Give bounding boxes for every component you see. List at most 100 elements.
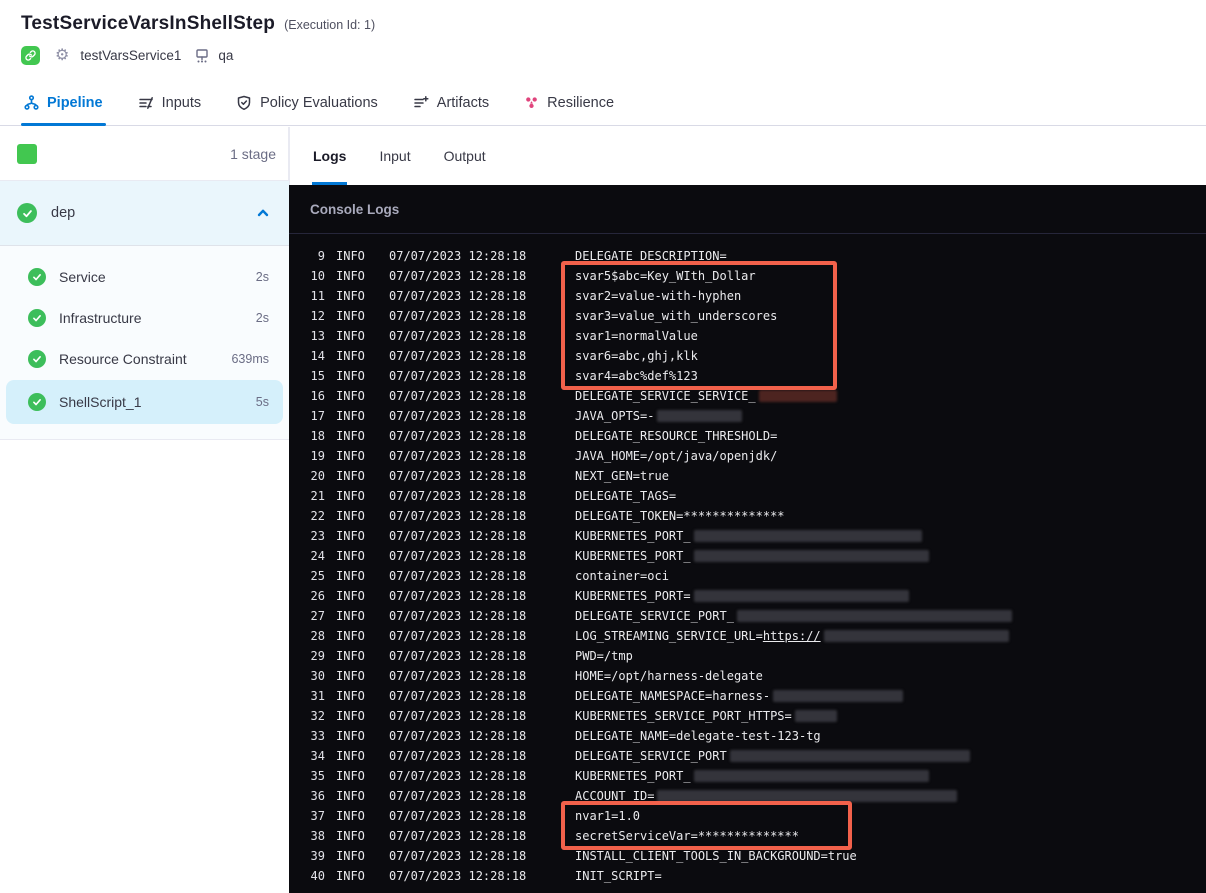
log-text: DELEGATE_NAMESPACE=harness- (575, 689, 771, 703)
log-line-number: 23 (310, 529, 325, 543)
log-row: 40 INFO 07/07/2023 12:28:18 INIT_SCRIPT= (289, 866, 1206, 886)
log-line-number: 38 (310, 829, 325, 843)
cd-module-badge (21, 46, 40, 65)
log-line-number: 21 (310, 489, 325, 503)
step-label: Resource Constraint (59, 351, 187, 367)
log-row: 16 INFO 07/07/2023 12:28:18 DELEGATE_SER… (289, 386, 1206, 406)
console-log-lines[interactable]: 9 INFO 07/07/2023 12:28:18 DELEGATE_DESC… (289, 234, 1206, 886)
log-row: 34 INFO 07/07/2023 12:28:18 DELEGATE_SER… (289, 746, 1206, 766)
success-check-icon (17, 203, 37, 223)
log-row: 30 INFO 07/07/2023 12:28:18 HOME=/opt/ha… (289, 666, 1206, 686)
log-line-number: 11 (310, 289, 325, 303)
redacted-value (773, 690, 904, 702)
log-message: PWD=/tmp (575, 646, 633, 666)
log-row: 23 INFO 07/07/2023 12:28:18 KUBERNETES_P… (289, 526, 1206, 546)
log-line-number: 34 (310, 749, 325, 763)
log-row: 39 INFO 07/07/2023 12:28:18 INSTALL_CLIE… (289, 846, 1206, 866)
tab-artifacts[interactable]: Artifacts (413, 80, 489, 125)
tab-policy-evaluations[interactable]: Policy Evaluations (236, 80, 378, 125)
log-timestamp: 07/07/2023 12:28:18 (389, 409, 527, 423)
log-timestamp: 07/07/2023 12:28:18 (389, 289, 527, 303)
redacted-value (736, 610, 1012, 622)
log-row: 17 INFO 07/07/2023 12:28:18 JAVA_OPTS=- (289, 406, 1206, 426)
log-line-number: 36 (310, 789, 325, 803)
success-check-icon (28, 350, 46, 368)
log-level: INFO (336, 509, 365, 523)
log-row: 38 INFO 07/07/2023 12:28:18 secretServic… (289, 826, 1206, 846)
log-line-number: 10 (310, 269, 325, 283)
redacted-value (693, 550, 929, 562)
tab-pipeline[interactable]: Pipeline (21, 80, 106, 126)
log-timestamp: 07/07/2023 12:28:18 (389, 429, 527, 443)
log-text: svar6=abc,ghj,klk (575, 349, 698, 363)
log-line-number: 26 (310, 589, 325, 603)
log-timestamp: 07/07/2023 12:28:18 (389, 629, 527, 643)
log-level: INFO (336, 269, 365, 283)
log-level: INFO (336, 349, 365, 363)
log-message: ACCOUNT_ID= (575, 786, 958, 806)
step-item[interactable]: Service 2s (6, 257, 283, 297)
steps-list: Service 2s Infrastructure 2s Resource Co… (0, 245, 289, 440)
log-message: DELEGATE_NAME=delegate-test-123-tg (575, 726, 821, 746)
log-row: 22 INFO 07/07/2023 12:28:18 DELEGATE_TOK… (289, 506, 1206, 526)
stage-group-dep[interactable]: dep (0, 181, 289, 245)
log-text: NEXT_GEN=true (575, 469, 669, 483)
redacted-value (657, 790, 958, 802)
log-line-number: 18 (310, 429, 325, 443)
log-tab-logs[interactable]: Logs (312, 127, 348, 185)
log-timestamp: 07/07/2023 12:28:18 (389, 729, 527, 743)
log-message: nvar1=1.0 (575, 806, 640, 826)
chevron-up-icon[interactable] (255, 205, 271, 221)
tab-resilience[interactable]: Resilience (524, 80, 614, 125)
log-line-number: 31 (310, 689, 325, 703)
step-item[interactable]: Infrastructure 2s (6, 298, 283, 338)
log-message: NEXT_GEN=true (575, 466, 669, 486)
success-check-icon (28, 268, 46, 286)
log-level: INFO (336, 389, 365, 403)
log-tab-output[interactable]: Output (443, 127, 487, 185)
log-timestamp: 07/07/2023 12:28:18 (389, 869, 527, 883)
console-panel: Console Logs 9 INFO 07/07/2023 12:28:18 … (289, 185, 1206, 893)
log-timestamp: 07/07/2023 12:28:18 (389, 489, 527, 503)
log-row: 28 INFO 07/07/2023 12:28:18 LOG_STREAMIN… (289, 626, 1206, 646)
log-tab-strip: Logs Input Output (289, 127, 1206, 185)
log-text: svar1=normalValue (575, 329, 698, 343)
log-text: svar4=abc%def%123 (575, 369, 698, 383)
log-link[interactable]: https:// (763, 629, 821, 643)
service-gear-icon: ⚙ (55, 46, 70, 64)
log-message: DELEGATE_TAGS= (575, 486, 676, 506)
log-line-number: 28 (310, 629, 325, 643)
log-message: KUBERNETES_PORT= (575, 586, 909, 606)
service-name[interactable]: testVarsService1 (80, 48, 181, 63)
step-item[interactable]: Resource Constraint 639ms (6, 339, 283, 379)
log-message: svar4=abc%def%123 (575, 366, 698, 386)
log-row: 20 INFO 07/07/2023 12:28:18 NEXT_GEN=tru… (289, 466, 1206, 486)
log-row: 9 INFO 07/07/2023 12:28:18 DELEGATE_DESC… (289, 246, 1206, 266)
log-message: DELEGATE_SERVICE_PORT_ (575, 606, 1012, 626)
log-text: secretServiceVar=************** (575, 829, 799, 843)
log-message: KUBERNETES_PORT_ (575, 546, 929, 566)
log-tab-input[interactable]: Input (378, 127, 411, 185)
stage-count-label: 1 stage (230, 145, 276, 162)
log-timestamp: 07/07/2023 12:28:18 (389, 769, 527, 783)
stage-status-square[interactable] (17, 143, 37, 164)
log-level: INFO (336, 649, 365, 663)
log-row: 13 INFO 07/07/2023 12:28:18 svar1=normal… (289, 326, 1206, 346)
log-line-number: 22 (310, 509, 325, 523)
step-item[interactable]: ShellScript_1 5s (6, 380, 283, 424)
environment-name[interactable]: qa (218, 48, 233, 63)
log-text: DELEGATE_SERVICE_SERVICE_ (575, 389, 756, 403)
log-text: DELEGATE_NAME=delegate-test-123-tg (575, 729, 821, 743)
log-message: INIT_SCRIPT= (575, 866, 662, 886)
execution-header: TestServiceVarsInShellStep (Execution Id… (0, 0, 1206, 80)
log-line-number: 20 (310, 469, 325, 483)
log-region: Logs Input Output Console Logs 9 INFO 07… (289, 127, 1206, 893)
stage-summary-row: 1 stage (0, 127, 289, 181)
page-title: TestServiceVarsInShellStep (21, 13, 276, 34)
log-timestamp: 07/07/2023 12:28:18 (389, 689, 527, 703)
log-row: 15 INFO 07/07/2023 12:28:18 svar4=abc%de… (289, 366, 1206, 386)
redacted-value (823, 630, 1009, 642)
log-text: INIT_SCRIPT= (575, 869, 662, 883)
tab-inputs[interactable]: Inputs (138, 80, 201, 125)
log-level: INFO (336, 589, 365, 603)
